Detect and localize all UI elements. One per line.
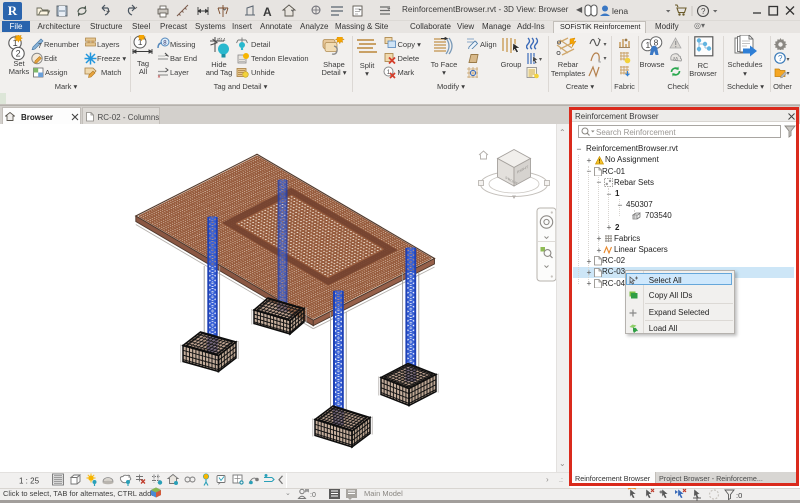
svg-text:Ø14: Ø14 [217, 37, 226, 42]
svg-text::0: :0 [736, 491, 742, 500]
svg-text:1: 1 [387, 69, 391, 76]
svg-text:2: 2 [16, 49, 21, 59]
svg-text:1 : 25: 1 : 25 [19, 476, 40, 485]
svg-text:?: ? [778, 54, 783, 63]
svg-text::0: :0 [310, 492, 316, 499]
svg-text:δδ: δδ [673, 57, 679, 62]
svg-text:7: 7 [38, 43, 42, 50]
svg-text:1: 1 [646, 40, 651, 50]
